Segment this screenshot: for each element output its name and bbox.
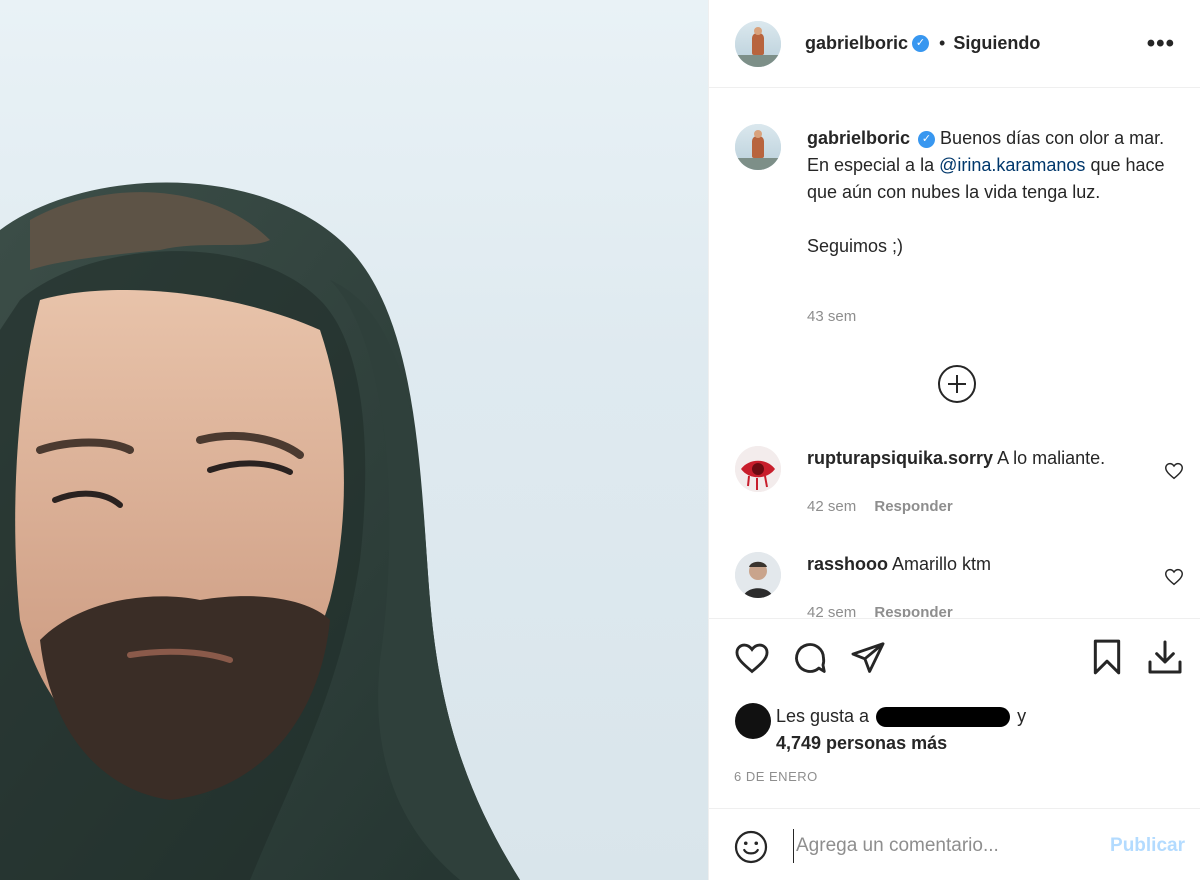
emoji-icon[interactable] [733,829,769,865]
reply-button[interactable]: Responder [874,498,952,515]
comment-meta: 42 sem Responder [807,498,953,515]
post-caption: gabrielboric ✓ Buenos días con olor a mar… [807,125,1167,260]
likes-text: Les gusta a y 4,749 personas más [776,703,1026,757]
comment-input[interactable] [793,829,1083,863]
commenter-avatar[interactable] [735,552,781,598]
post-actions: Les gusta a y 4,749 personas más 6 DE EN… [709,618,1200,808]
comment-meta: 42 sem Responder [807,604,953,617]
comment-timestamp[interactable]: 42 sem [807,604,856,617]
comment-timestamp[interactable]: 42 sem [807,498,856,515]
heart-icon[interactable] [733,639,771,677]
verified-badge-icon: ✓ [918,130,936,148]
comment-text-line: rasshooo Amarillo ktm [807,554,991,575]
post-side-panel: gabrielboric ✓ • Siguiendo ••• gabrielbo… [708,0,1200,880]
comment-text: A lo maliante. [997,448,1106,468]
verified-badge-icon: ✓ [912,35,930,52]
likes-suffix: y [1017,706,1027,726]
comment-username[interactable]: rasshooo [807,554,888,574]
bookmark-icon[interactable] [1087,637,1127,677]
redacted-username [876,707,1011,728]
separator-dot: • [939,33,946,53]
comment-like-heart-icon[interactable] [1163,566,1185,588]
post-header: gabrielboric ✓ • Siguiendo ••• [709,0,1200,88]
caption-mention-link[interactable]: @irina.karamanos [939,155,1085,175]
caption-author-avatar[interactable] [735,124,781,170]
likes-prefix: Les gusta a [776,706,870,726]
more-options-button[interactable]: ••• [1147,30,1175,58]
caption-avatar-wrapper [735,124,781,170]
plus-circle-icon[interactable] [938,365,976,403]
author-avatar[interactable] [735,20,781,67]
caption-username[interactable]: gabrielboric [807,128,910,148]
post-photo[interactable] [0,0,708,880]
author-username[interactable]: gabrielboric [805,33,908,54]
comment-text-line: rupturapsiquika.sorry A lo maliante. [807,448,1105,469]
add-comment-bar: Publicar [709,808,1200,880]
comment-username[interactable]: rupturapsiquika.sorry [807,448,993,468]
publish-button[interactable]: Publicar [1110,835,1185,857]
following-button[interactable]: Siguiendo [953,33,1040,54]
comment-icon[interactable] [791,639,829,677]
reply-button[interactable]: Responder [874,604,952,617]
post-date[interactable]: 6 DE ENERO [734,769,818,784]
download-icon[interactable] [1145,637,1185,677]
likes-count-link[interactable]: 4,749 personas más [776,733,947,753]
comments-section[interactable]: gabrielboric ✓ Buenos días con olor a mar… [709,89,1200,617]
caption-timestamp[interactable]: 43 sem [807,308,856,325]
comment-like-heart-icon[interactable] [1163,460,1185,482]
liker-avatar[interactable] [735,703,771,739]
likes-summary: Les gusta a y 4,749 personas más [735,703,1026,757]
paper-plane-icon[interactable] [849,639,887,677]
caption-second-paragraph: Seguimos ;) [807,236,904,256]
comment-text: Amarillo ktm [892,554,992,574]
selfie-hoodie-image [0,182,520,880]
commenter-avatar[interactable] [735,446,781,492]
